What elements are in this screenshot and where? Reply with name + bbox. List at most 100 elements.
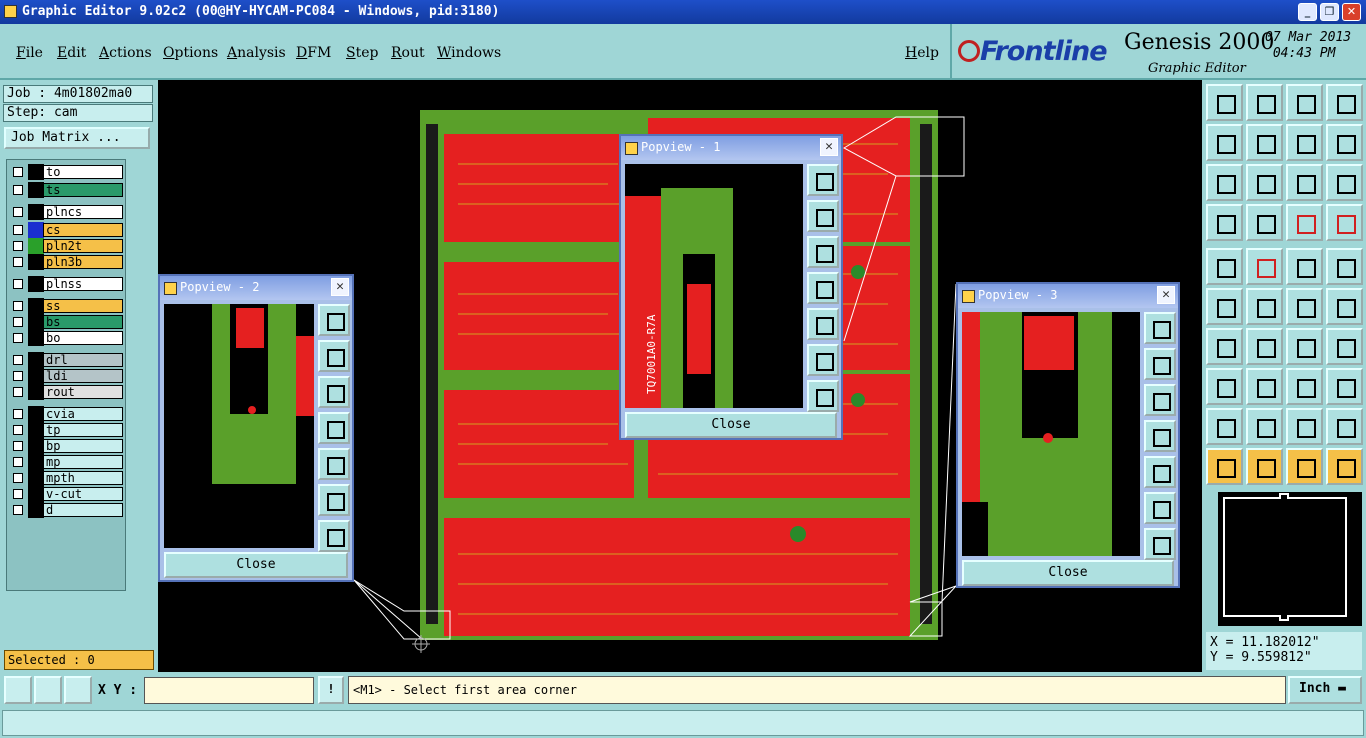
popview-3-close-button[interactable]: Close	[962, 560, 1174, 586]
popview-2-tool-7[interactable]	[318, 520, 350, 552]
layer-row-bs[interactable]: bs	[9, 314, 125, 330]
menu-actions[interactable]: Actions	[99, 45, 152, 61]
layer-row-plnss[interactable]: plnss	[9, 276, 125, 292]
layer-row-tp[interactable]: tp	[9, 422, 125, 438]
draw-icon[interactable]	[1206, 328, 1243, 365]
display-icon[interactable]	[1326, 84, 1363, 121]
layer-name[interactable]: plncs	[43, 205, 123, 219]
minimize-button[interactable]: _	[1298, 3, 1317, 21]
snap-red-icon[interactable]	[1286, 204, 1323, 241]
popview-1-tool-5[interactable]	[807, 308, 839, 340]
layer-row-ss[interactable]: ss	[9, 298, 125, 314]
arc-icon[interactable]	[1286, 288, 1323, 325]
layer-row-v-cut[interactable]: v-cut	[9, 486, 125, 502]
menu-analysis[interactable]: Analysis	[227, 45, 286, 61]
snap-blue-icon[interactable]	[1326, 204, 1363, 241]
layer-checkbox[interactable]	[13, 371, 23, 381]
menu-windows[interactable]: Windows	[437, 45, 501, 61]
layer-name[interactable]: rout	[43, 385, 123, 399]
redo-icon[interactable]	[1326, 124, 1363, 161]
cross-icon[interactable]	[1246, 288, 1283, 325]
layer-name[interactable]: d	[43, 503, 123, 517]
layer-checkbox[interactable]	[13, 489, 23, 499]
ratio-icon[interactable]	[1286, 164, 1323, 201]
layer-row-mp[interactable]: mp	[9, 454, 125, 470]
measure-icon[interactable]	[34, 676, 62, 704]
undo-icon[interactable]	[1286, 124, 1323, 161]
pan-right-icon[interactable]	[1246, 124, 1283, 161]
shape-icon[interactable]	[1326, 408, 1363, 445]
layer-row-bp[interactable]: bp	[9, 438, 125, 454]
close-window-button[interactable]: ✕	[1342, 3, 1361, 21]
alert-button[interactable]: !	[318, 676, 344, 704]
menu-help[interactable]: Help	[905, 45, 939, 61]
popview-2-tool-4[interactable]	[318, 412, 350, 444]
popview-1-tool-6[interactable]	[807, 344, 839, 376]
popview-3-view[interactable]	[962, 312, 1140, 556]
line-icon[interactable]	[1326, 288, 1363, 325]
layer-checkbox[interactable]	[13, 505, 23, 515]
tools-icon[interactable]	[1206, 204, 1243, 241]
menu-rout[interactable]: Rout	[391, 45, 425, 61]
popview-1-close-button[interactable]: Close	[625, 412, 837, 438]
grid-icon[interactable]	[1246, 204, 1283, 241]
layer-row-bo[interactable]: bo	[9, 330, 125, 346]
triangle-icon[interactable]	[1206, 408, 1243, 445]
cut-icon[interactable]	[1326, 368, 1363, 405]
layer-checkbox[interactable]	[13, 441, 23, 451]
help-icon[interactable]	[1326, 164, 1363, 201]
popview-3-tool-5[interactable]	[1144, 456, 1176, 488]
layer-checkbox[interactable]	[13, 279, 23, 289]
layer-row-pln3b[interactable]: pln3b	[9, 254, 125, 270]
job-matrix-button[interactable]: Job Matrix ...	[4, 127, 150, 149]
connect-icon[interactable]	[1326, 448, 1363, 485]
zoom-in-icon[interactable]	[1206, 84, 1243, 121]
layer-checkbox[interactable]	[13, 355, 23, 365]
layer-name[interactable]: ss	[43, 299, 123, 313]
layer-name[interactable]: mpth	[43, 471, 123, 485]
layer-checkbox[interactable]	[13, 167, 23, 177]
pointer-icon[interactable]	[1206, 448, 1243, 485]
layer-name[interactable]: drl	[43, 353, 123, 367]
pan-left-icon[interactable]	[1206, 124, 1243, 161]
layer-row-to[interactable]: to	[9, 164, 125, 180]
layer-name[interactable]: pln3b	[43, 255, 123, 269]
layer-checkbox[interactable]	[13, 241, 23, 251]
layer-name[interactable]: cs	[43, 223, 123, 237]
layer-row-drl[interactable]: drl	[9, 352, 125, 368]
popview-1-view[interactable]: TQ7001A0-R7A	[625, 164, 803, 408]
popview-1-tool-2[interactable]	[807, 200, 839, 232]
layer-name[interactable]: bs	[43, 315, 123, 329]
layer-row-d[interactable]: d	[9, 502, 125, 518]
popview-1-tool-4[interactable]	[807, 272, 839, 304]
rotate-icon[interactable]	[1286, 328, 1323, 365]
move-icon[interactable]	[1246, 448, 1283, 485]
point-icon[interactable]	[1206, 368, 1243, 405]
layer-checkbox[interactable]	[13, 457, 23, 467]
layer-row-ts[interactable]: ts	[9, 182, 125, 198]
rotate-tool-icon[interactable]	[1286, 448, 1323, 485]
popview-3-tool-1[interactable]	[1144, 312, 1176, 344]
unit-select[interactable]: Inch ▬	[1288, 676, 1362, 704]
layer-checkbox[interactable]	[13, 425, 23, 435]
mirror-icon[interactable]	[1326, 328, 1363, 365]
snap-icon[interactable]	[4, 676, 32, 704]
layer-name[interactable]: mp	[43, 455, 123, 469]
layer-name[interactable]: cvia	[43, 407, 123, 421]
xy-input[interactable]	[144, 677, 314, 704]
layer-checkbox[interactable]	[13, 387, 23, 397]
layer-row-ldi[interactable]: ldi	[9, 368, 125, 384]
popview-2-tool-2[interactable]	[318, 340, 350, 372]
layer-checkbox[interactable]	[13, 185, 23, 195]
layer-checkbox[interactable]	[13, 225, 23, 235]
layer-name[interactable]: ts	[43, 183, 123, 197]
popview-1-tool-7[interactable]	[807, 380, 839, 412]
layer-checkbox[interactable]	[13, 317, 23, 327]
layer-name[interactable]: tp	[43, 423, 123, 437]
layer-name[interactable]: ldi	[43, 369, 123, 383]
ruler-icon[interactable]	[1286, 248, 1323, 285]
layer-checkbox[interactable]	[13, 257, 23, 267]
graphic-canvas[interactable]: Popview - 1 ✕ TQ7001A0-R7A Close Popview…	[158, 84, 1202, 672]
popview-3-tool-3[interactable]	[1144, 384, 1176, 416]
pad-icon[interactable]	[1326, 248, 1363, 285]
